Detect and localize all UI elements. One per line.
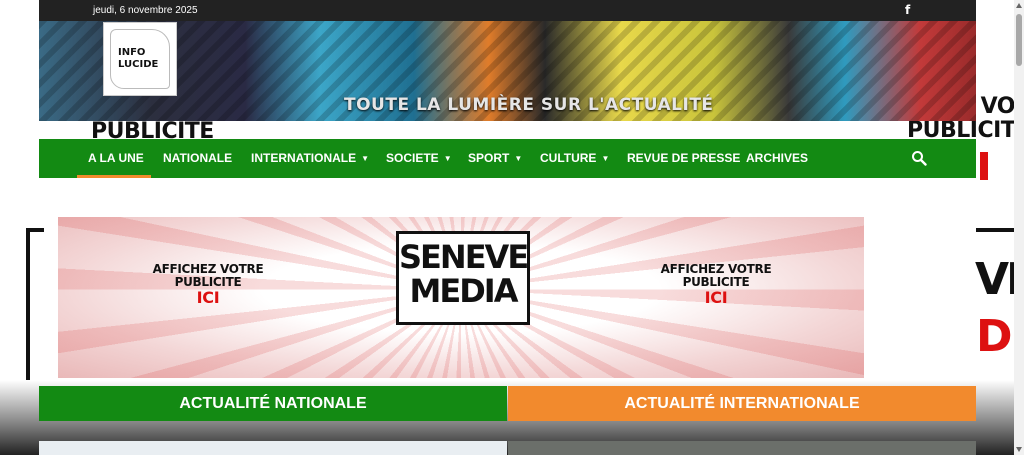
chevron-down-icon: ▼	[601, 154, 610, 163]
chevron-down-icon: ▼	[361, 154, 370, 163]
nav-item-sport[interactable]: SPORT ▼	[468, 139, 522, 178]
page-scrollbar[interactable]	[1014, 0, 1024, 455]
current-date: jeudi, 6 novembre 2025	[93, 5, 198, 16]
scroll-up-arrow-icon[interactable]	[1016, 3, 1022, 8]
nav-item-nationale[interactable]: NATIONALE	[163, 139, 232, 178]
page-column: jeudi, 6 novembre 2025 f TOUTE LA LUMIÈR…	[39, 0, 976, 455]
nav-label: INTERNATIONALE	[251, 151, 357, 165]
nav-label: CULTURE	[540, 151, 597, 165]
main-navigation: A LA UNE NATIONALE INTERNATIONALE ▼ SOCIE…	[39, 139, 976, 178]
search-icon[interactable]	[911, 150, 927, 166]
ad-cta-left-line2: PUBLICITE	[174, 275, 242, 289]
scroll-down-arrow-icon[interactable]	[1016, 447, 1022, 452]
logo-text-lucide: LUCIDE	[118, 59, 159, 70]
nav-label: SPORT	[468, 151, 510, 165]
header-banner: TOUTE LA LUMIÈRE SUR L'ACTUALITÉ	[39, 21, 976, 121]
ad-cta-left: AFFICHEZ VOTRE PUBLICITE ICI	[148, 262, 268, 307]
site-tagline: TOUTE LA LUMIÈRE SUR L'ACTUALITÉ	[344, 95, 714, 115]
nav-label: ARCHIVES	[746, 151, 809, 165]
nav-item-societe[interactable]: SOCIETE ▼	[386, 139, 452, 178]
section-header-actualite-internationale[interactable]: ACTUALITÉ INTERNATIONALE	[508, 386, 976, 421]
wallpaper-red-accent	[980, 152, 988, 180]
article-thumbnail-international[interactable]	[508, 441, 976, 455]
nav-item-archives[interactable]: ARCHIVES	[746, 139, 808, 178]
wallpaper-frame-right	[976, 228, 1016, 392]
wallpaper-red-text-right: D	[976, 311, 1013, 362]
ad-cta-right-ici: ICI	[704, 288, 728, 307]
ad-cta-right-line2: PUBLICITE	[682, 275, 750, 289]
facebook-icon[interactable]: f	[905, 3, 910, 17]
wallpaper-big-text-right: VI	[975, 254, 1022, 305]
article-thumbnail-national[interactable]	[39, 441, 507, 455]
active-tab-indicator	[77, 175, 151, 178]
logo-text-info: INFO	[118, 47, 146, 58]
chevron-down-icon: ▼	[443, 154, 452, 163]
site-logo[interactable]: INFO LUCIDE	[103, 22, 177, 96]
ad-cta-left-ici: ICI	[196, 288, 220, 307]
top-bar: jeudi, 6 novembre 2025 f	[39, 0, 976, 21]
ad-cta-left-line1: AFFICHEZ VOTRE	[152, 262, 264, 276]
brand-line-1: SENEVE	[399, 238, 529, 276]
nav-item-a-la-une[interactable]: A LA UNE	[88, 139, 144, 178]
nav-item-internationale[interactable]: INTERNATIONALE ▼	[251, 139, 369, 178]
nav-label: REVUE DE PRESSE	[627, 151, 741, 165]
nav-item-culture[interactable]: CULTURE ▼	[540, 139, 609, 178]
nav-label: NATIONALE	[163, 151, 233, 165]
nav-label: A LA UNE	[88, 151, 144, 165]
section-header-actualite-nationale[interactable]: ACTUALITÉ NATIONALE	[39, 386, 507, 421]
ad-cta-right: AFFICHEZ VOTRE PUBLICITE ICI	[656, 262, 776, 307]
advertisement-banner[interactable]: AFFICHEZ VOTRE PUBLICITE ICI SENEVE MEDI…	[58, 217, 864, 378]
logo-text: INFO LUCIDE	[118, 47, 158, 71]
ad-cta-right-line1: AFFICHEZ VOTRE	[660, 262, 772, 276]
nav-label: SOCIETE	[386, 151, 439, 165]
nav-item-revue-de-presse[interactable]: REVUE DE PRESSE	[627, 139, 740, 178]
scrollbar-thumb[interactable]	[1016, 14, 1022, 66]
brand-line-2: MEDIA	[409, 272, 519, 310]
chevron-down-icon: ▼	[514, 154, 523, 163]
seneve-media-logo: SENEVE MEDIA	[396, 231, 530, 325]
